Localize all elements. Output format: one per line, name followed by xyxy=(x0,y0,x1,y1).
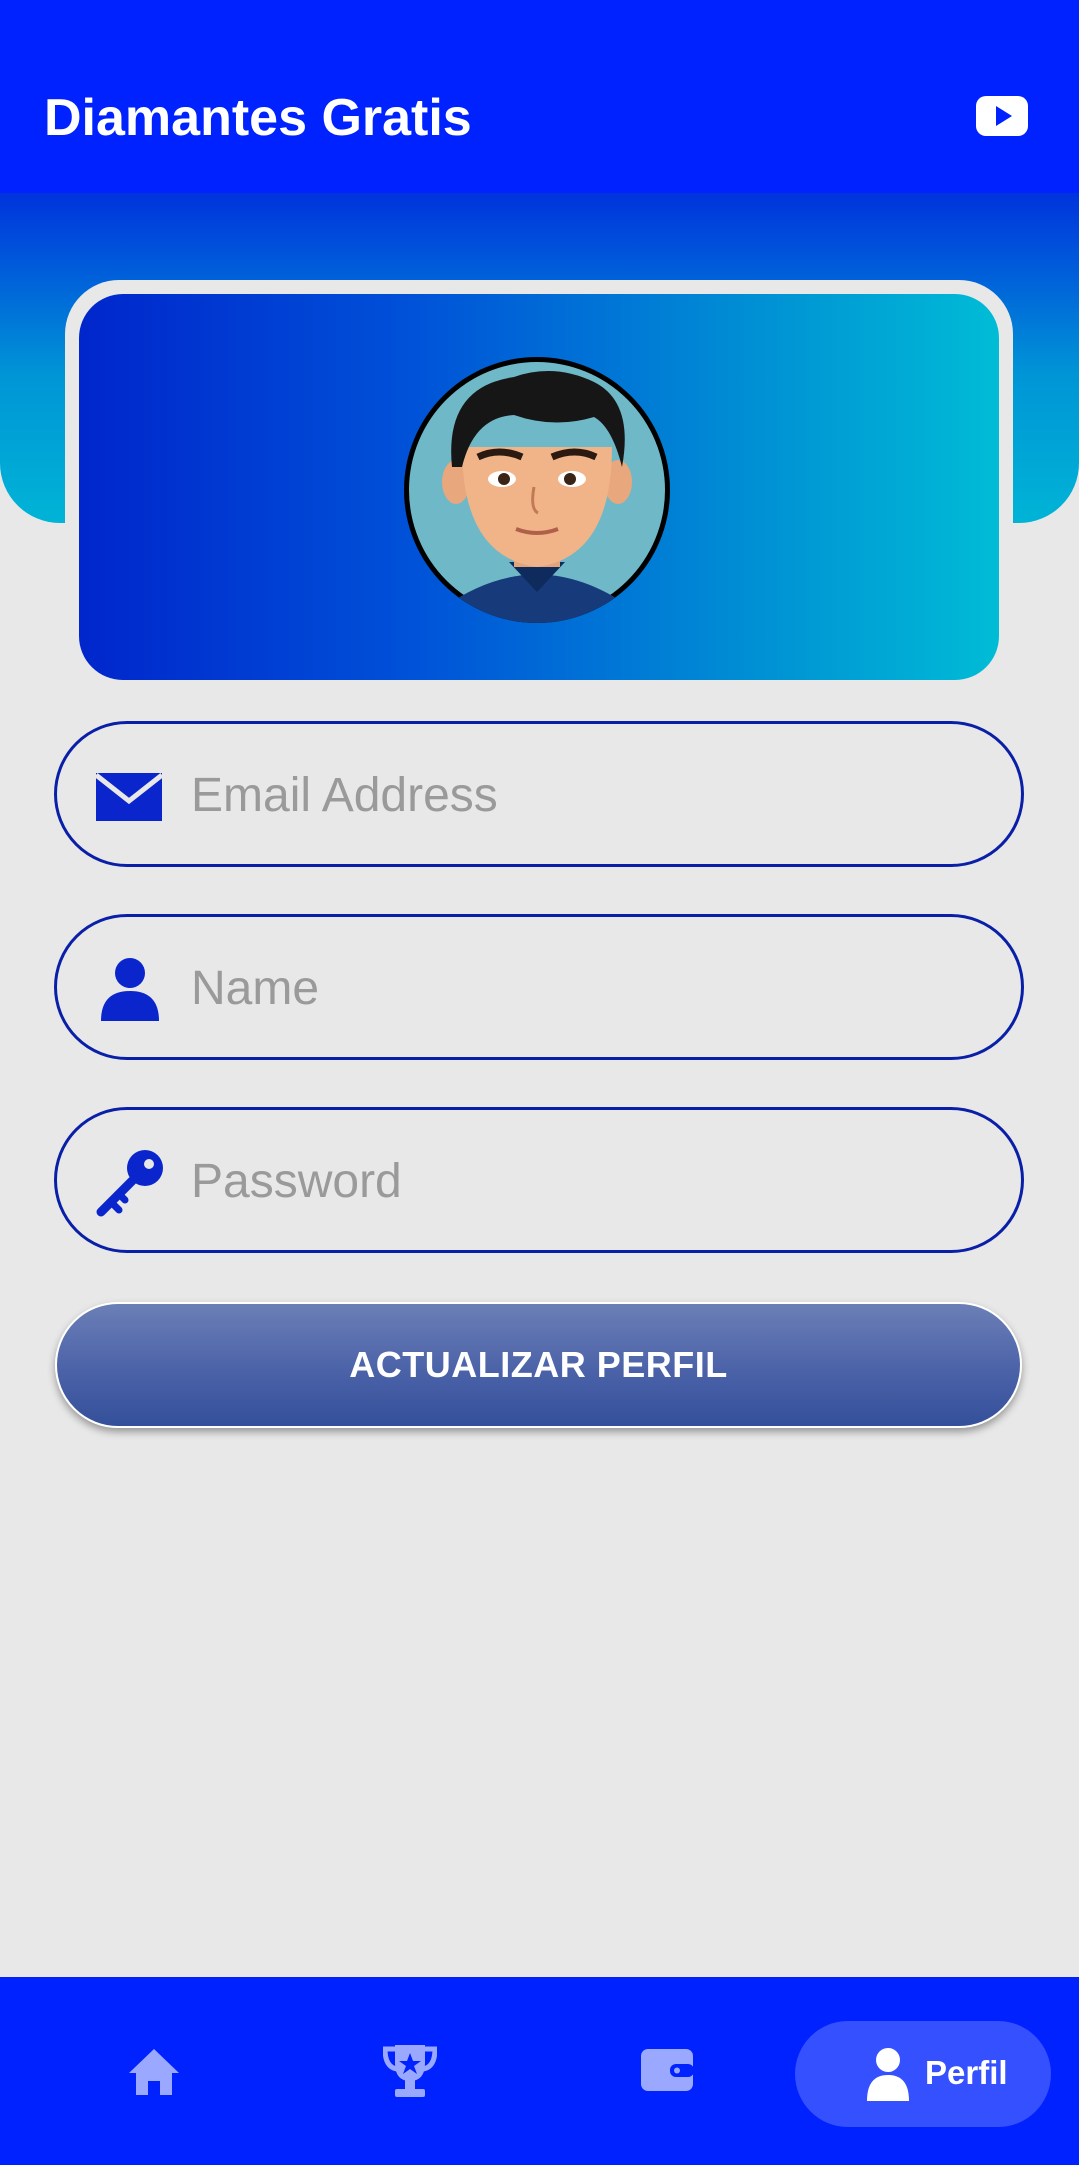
password-field[interactable] xyxy=(54,1107,1024,1253)
app-bar: Diamantes Gratis xyxy=(0,0,1079,193)
youtube-icon[interactable] xyxy=(976,96,1028,136)
nav-item-wallet[interactable] xyxy=(606,1977,726,2165)
trophy-icon xyxy=(383,2045,437,2097)
nav-item-perfil[interactable]: Perfil xyxy=(795,2021,1051,2127)
email-field[interactable] xyxy=(54,721,1024,867)
bottom-nav: Perfil xyxy=(0,1977,1079,2165)
wallet-icon xyxy=(641,2049,694,2091)
password-input[interactable] xyxy=(189,1110,993,1252)
name-field[interactable] xyxy=(54,914,1024,1060)
home-icon xyxy=(129,2049,179,2095)
avatar[interactable] xyxy=(404,357,670,623)
email-input[interactable] xyxy=(189,724,993,866)
update-profile-button[interactable]: ACTUALIZAR PERFIL xyxy=(55,1302,1022,1428)
user-icon xyxy=(101,958,159,1021)
envelope-icon xyxy=(95,773,164,821)
name-input[interactable] xyxy=(189,917,993,1059)
nav-item-home[interactable] xyxy=(95,1977,215,2165)
key-icon xyxy=(96,1150,163,1217)
nav-item-trophy[interactable] xyxy=(350,1977,470,2165)
app-title: Diamantes Gratis xyxy=(44,89,472,147)
cartoon-avatar-icon xyxy=(409,362,665,623)
nav-label-perfil: Perfil xyxy=(925,2054,1008,2091)
user-icon xyxy=(867,2048,909,2101)
